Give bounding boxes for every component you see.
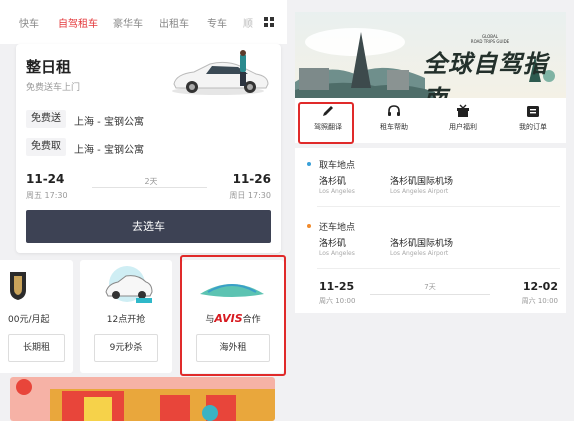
end-date[interactable]: 11-26	[233, 172, 271, 186]
pickup-tag: 免费取	[26, 138, 66, 156]
return-place-en: Los Angeles Airport	[390, 250, 449, 257]
quicknav-label: 用户福利	[449, 123, 477, 131]
car-illustration	[172, 50, 269, 95]
quicknav-label: 我的订单	[519, 123, 547, 131]
right-panel: GLOBAL ROAD TRIPS GUIDE 全球自驾指南 驾照翻译 租车帮助	[287, 0, 574, 421]
pickup-label: 取车地点	[319, 161, 356, 171]
long-term-rent-button[interactable]: 长期租	[8, 334, 65, 362]
grid-menu-icon[interactable]	[264, 17, 274, 27]
promo-card-long-term[interactable]: 00元/月起 长期租	[0, 260, 73, 373]
return-label: 还车地点	[319, 223, 356, 233]
quicknav-my-orders[interactable]: 我的订单	[500, 104, 566, 132]
highlight-box-overseas	[180, 255, 286, 376]
rental-subtitle: 免费送车上门	[26, 83, 81, 93]
quicknav-rental-help[interactable]: 租车帮助	[361, 104, 427, 132]
promo-banner[interactable]	[10, 377, 275, 421]
pickup-row[interactable]: 免费取 上海 - 宝钢公寓	[26, 138, 271, 158]
banner-graphic	[10, 377, 275, 421]
banner-english-title: GLOBAL ROAD TRIPS GUIDE	[460, 34, 520, 44]
pickup-place-en: Los Angeles Airport	[390, 188, 449, 195]
start-date[interactable]: 11-24	[26, 172, 64, 186]
trip-duration: 7天	[424, 283, 436, 291]
divider	[317, 206, 560, 207]
promo-title-long-term: 00元/月起	[8, 315, 50, 325]
trip-duration-line	[370, 294, 490, 295]
shield-icon	[10, 272, 26, 300]
gift-icon	[457, 104, 469, 117]
tab-luxury[interactable]: 豪华车	[113, 15, 143, 30]
trip-end-date[interactable]: 12-02	[523, 280, 558, 293]
highlight-box-license	[298, 102, 354, 144]
pickup-city-en: Los Angeles	[319, 188, 355, 195]
tab-express[interactable]: 快车	[19, 15, 39, 30]
quicknav-user-benefits[interactable]: 用户福利	[430, 104, 496, 132]
tab-self-drive[interactable]: 自驾租车	[58, 15, 98, 30]
duration-line	[92, 187, 207, 188]
pickup-dot	[307, 162, 311, 166]
deliver-location: 上海 - 宝钢公寓	[74, 117, 144, 128]
return-dot	[307, 224, 311, 228]
duration: 2天	[144, 177, 158, 186]
quicknav-label: 租车帮助	[380, 123, 408, 131]
pickup-location: 上海 - 宝钢公寓	[74, 145, 144, 156]
choose-car-button[interactable]: 去选车	[26, 210, 271, 243]
overseas-trip-card: 取车地点 洛杉矶 Los Angeles 洛杉矶国际机场 Los Angeles…	[295, 148, 566, 313]
headset-icon	[388, 105, 400, 116]
deliver-tag: 免费送	[26, 110, 66, 128]
end-time: 周日 17:30	[229, 191, 271, 200]
return-place[interactable]: 洛杉矶国际机场	[390, 236, 453, 249]
tab-taxi[interactable]: 出租车	[159, 15, 189, 30]
pickup-city[interactable]: 洛杉矶	[319, 174, 346, 187]
banner-title: 全球自驾指南	[423, 49, 548, 98]
return-city-en: Los Angeles	[319, 250, 355, 257]
trip-start-time: 周六 10:00	[319, 297, 356, 305]
flash-sale-button[interactable]: 9元秒杀	[94, 334, 158, 362]
orders-icon	[527, 106, 539, 117]
pickup-place[interactable]: 洛杉矶国际机场	[390, 174, 453, 187]
tab-premier[interactable]: 专车	[207, 15, 227, 30]
global-drive-banner[interactable]: GLOBAL ROAD TRIPS GUIDE 全球自驾指南	[295, 12, 566, 98]
service-tabs: 快车 自驾租车 豪华车 出租车 专车 顺	[0, 0, 287, 44]
promo-card-flash-sale[interactable]: 12点开抢 9元秒杀	[80, 260, 172, 373]
car-promo-icon	[105, 266, 153, 303]
daily-rental-card: 整日租 免费送车上门 免费送 上海 - 宝钢公寓 免费取 上海 - 宝钢公寓 1…	[16, 44, 281, 253]
return-city[interactable]: 洛杉矶	[319, 236, 346, 249]
deliver-row[interactable]: 免费送 上海 - 宝钢公寓	[26, 110, 271, 130]
left-panel: 快车 自驾租车 豪华车 出租车 专车 顺 整日租 免费送车上门 免费送 上海 -…	[0, 0, 287, 421]
promo-title-flash-sale: 12点开抢	[106, 315, 146, 325]
tab-carpool[interactable]: 顺	[243, 15, 253, 30]
trip-start-date[interactable]: 11-25	[319, 280, 354, 293]
start-time: 周五 17:30	[26, 191, 68, 200]
divider	[317, 268, 560, 269]
trip-end-time: 周六 10:00	[521, 297, 558, 305]
rental-title: 整日租	[26, 58, 72, 76]
